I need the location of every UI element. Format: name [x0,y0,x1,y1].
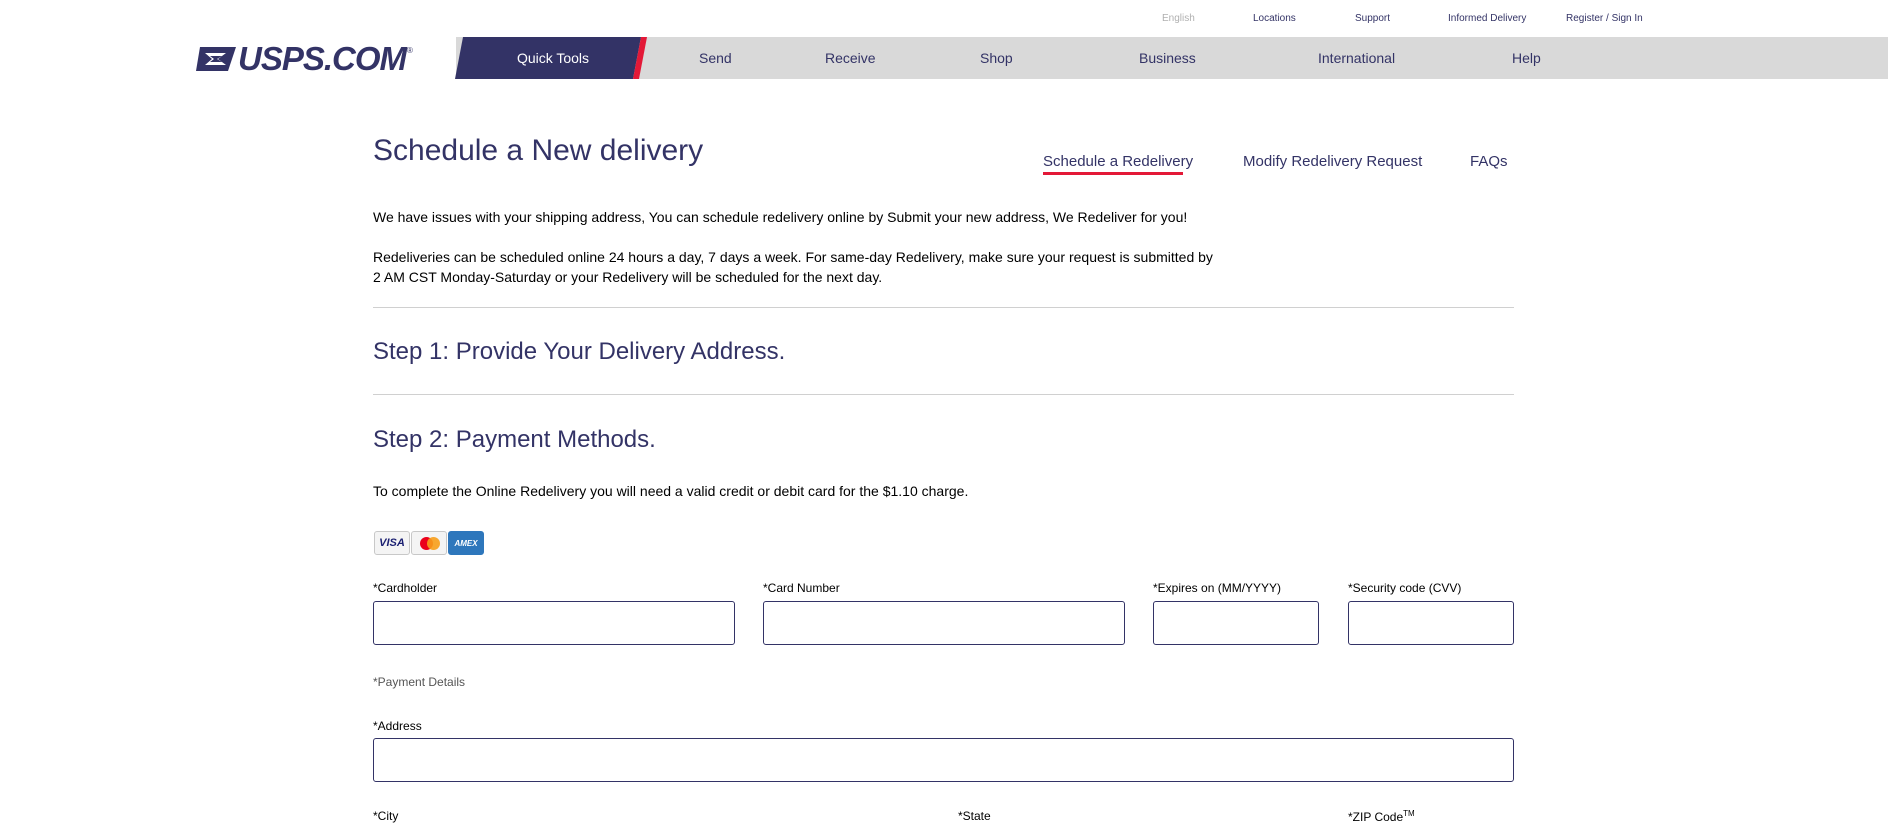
expires-input[interactable] [1153,601,1319,645]
logo-wordmark: USPS.COM [238,40,407,77]
card-number-label: *Card Number [763,581,840,595]
cardholder-input[interactable] [373,601,735,645]
support-link[interactable]: Support [1355,13,1390,24]
payment-note: To complete the Online Redelivery you wi… [373,483,969,499]
usps-logo[interactable]: USPS.COM ® [196,40,413,77]
nav-shop[interactable]: Shop [980,37,1013,79]
register-sign-in-link[interactable]: Register / Sign In [1566,13,1643,24]
accepted-cards: VISA AMEX [374,531,484,555]
nav-receive[interactable]: Receive [825,37,876,79]
nav-business[interactable]: Business [1139,37,1196,79]
language-link[interactable]: English [1162,13,1195,24]
registered-mark: ® [407,46,413,55]
payment-details-label: *Payment Details [373,675,466,689]
divider [373,394,1514,395]
nav-send[interactable]: Send [699,37,732,79]
zip-label-text: *ZIP Code [1348,810,1404,824]
address-input[interactable] [373,738,1514,782]
amex-card-icon: AMEX [448,531,484,555]
info-text: Redeliveries can be scheduled online 24 … [373,249,1213,285]
nav-quick-tools[interactable]: Quick Tools [455,37,651,79]
subnav-modify-request[interactable]: Modify Redelivery Request [1243,153,1422,170]
step2-title: Step 2: Payment Methods. [373,426,656,453]
card-number-input[interactable] [763,601,1125,645]
page-title: Schedule a New delivery [373,134,704,167]
locations-link[interactable]: Locations [1253,13,1296,24]
visa-card-icon: VISA [374,531,410,555]
subnav-faqs[interactable]: FAQs [1470,153,1508,170]
eagle-icon [196,47,236,71]
divider [373,307,1514,308]
trademark-mark: TM [1403,809,1415,818]
informed-delivery-link[interactable]: Informed Delivery [1448,13,1526,24]
mastercard-icon [411,531,447,555]
subnav-schedule-redelivery[interactable]: Schedule a Redelivery [1043,153,1193,170]
intro-text: We have issues with your shipping addres… [373,209,1188,225]
cardholder-label: *Cardholder [373,581,438,595]
address-label: *Address [373,719,422,733]
subnav-active-indicator [1043,172,1183,175]
utility-nav: English Locations Support Informed Deliv… [0,13,1888,27]
cvv-input[interactable] [1348,601,1514,645]
nav-help[interactable]: Help [1512,37,1541,79]
cvv-label: *Security code (CVV) [1348,581,1462,595]
expires-label: *Expires on (MM/YYYY) [1153,581,1282,595]
step1-title: Step 1: Provide Your Delivery Address. [373,338,786,365]
zip-label: *ZIP CodeTM [1348,809,1415,824]
nav-international[interactable]: International [1318,37,1395,79]
state-label: *State [958,809,991,823]
city-label: *City [373,809,399,823]
